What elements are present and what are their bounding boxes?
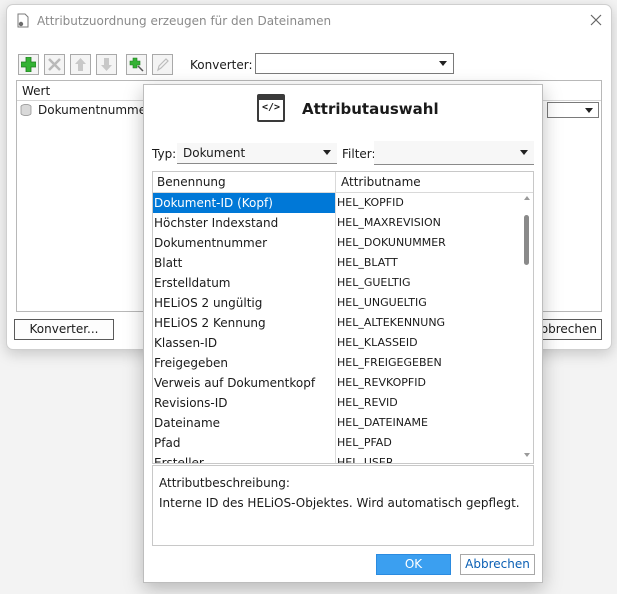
document-gear-icon bbox=[17, 13, 29, 28]
dialog-title: Attributauswahl bbox=[302, 100, 439, 118]
code-glyph: </> bbox=[261, 102, 281, 113]
type-value: Dokument bbox=[183, 146, 246, 160]
delete-x-icon bbox=[48, 58, 61, 71]
attribute-id-cell: HEL_DATEINAME bbox=[337, 416, 428, 429]
attribute-id-cell: HEL_MAXREVISION bbox=[337, 216, 441, 229]
filter-label: Filter: bbox=[342, 147, 376, 161]
list-item[interactable]: Freigegeben HEL_FREIGEGEBEN bbox=[153, 353, 519, 373]
list-item[interactable]: Dokumentnummer HEL_DOKUNUMMER bbox=[153, 233, 519, 253]
attribute-id-cell: HEL_BLATT bbox=[337, 256, 398, 269]
vertical-scrollbar[interactable] bbox=[521, 193, 533, 463]
list-item[interactable]: Höchster Indexstand HEL_MAXREVISION bbox=[153, 213, 519, 233]
move-down-button[interactable] bbox=[96, 54, 117, 75]
database-icon bbox=[20, 104, 32, 116]
attribute-name-cell: Ersteller bbox=[154, 456, 204, 464]
attribute-id-cell: HEL_KLASSEID bbox=[337, 336, 418, 349]
type-label: Typ: bbox=[152, 147, 177, 161]
list-item[interactable]: Erstelldatum HEL_GUELTIG bbox=[153, 273, 519, 293]
list-item[interactable]: Blatt HEL_BLATT bbox=[153, 253, 519, 273]
attribute-list[interactable]: Benennung Attributname Dokument-ID (Kopf… bbox=[152, 171, 534, 464]
attribute-selection-dialog: </> Attributauswahl Typ: Dokument Filter… bbox=[143, 84, 543, 583]
list-item[interactable]: HELiOS 2 Kennung HEL_ALTEKENNUNG bbox=[153, 313, 519, 333]
attribute-name-cell: Dateiname bbox=[154, 416, 221, 430]
plus-icon bbox=[21, 57, 36, 72]
dropdown-arrow-icon bbox=[585, 108, 593, 113]
add-button[interactable] bbox=[18, 54, 39, 75]
cancel-button[interactable]: Abbrechen bbox=[460, 554, 535, 575]
arrow-down-icon bbox=[101, 58, 112, 71]
attribute-name-cell: Pfad bbox=[154, 436, 181, 450]
attribute-name-cell: HELiOS 2 Kennung bbox=[154, 316, 266, 330]
delete-button[interactable] bbox=[44, 54, 65, 75]
attribute-name-cell: Blatt bbox=[154, 256, 183, 270]
attribute-id-cell: HEL_PFAD bbox=[337, 436, 392, 449]
row-value-select[interactable] bbox=[547, 102, 599, 118]
description-text: Interne ID des HELiOS-Objektes. Wird aut… bbox=[159, 496, 520, 510]
attribute-id-cell: HEL_USER bbox=[337, 456, 394, 464]
list-item[interactable]: Verweis auf Dokumentkopf HEL_REVKOPFID bbox=[153, 373, 519, 393]
scrollbar-thumb[interactable] bbox=[524, 215, 529, 265]
type-select[interactable]: Dokument bbox=[177, 143, 337, 164]
list-item[interactable]: Pfad HEL_PFAD bbox=[153, 433, 519, 453]
window-bar bbox=[259, 96, 283, 100]
column-header-wert[interactable]: Wert bbox=[22, 84, 50, 98]
attribute-id-cell: HEL_ALTEKENNUNG bbox=[337, 316, 446, 329]
dropdown-arrow-icon bbox=[439, 61, 447, 66]
arrow-up-icon bbox=[75, 58, 86, 71]
move-up-button[interactable] bbox=[70, 54, 91, 75]
pencil-icon bbox=[157, 58, 169, 72]
description-panel: Attributbeschreibung: Interne ID des HEL… bbox=[152, 465, 534, 546]
list-item[interactable]: Dateiname HEL_DATEINAME bbox=[153, 413, 519, 433]
add-attribute-button[interactable] bbox=[126, 54, 147, 75]
dialog-title: Attributzuordnung erzeugen für den Datei… bbox=[37, 14, 332, 28]
attribute-name-cell: Klassen-ID bbox=[154, 336, 218, 350]
attribute-name-cell: Dokumentnummer bbox=[154, 236, 268, 250]
attribute-id-cell: HEL_GUELTIG bbox=[337, 276, 411, 289]
list-item[interactable]: HELiOS 2 ungültig HEL_UNGUELTIG bbox=[153, 293, 519, 313]
converter-label: Konverter: bbox=[190, 58, 253, 72]
add-attribute-icon bbox=[129, 57, 144, 72]
attribute-name-cell: Erstelldatum bbox=[154, 276, 231, 290]
column-header-attributname[interactable]: Attributname bbox=[341, 175, 421, 189]
attribute-name-cell: Höchster Indexstand bbox=[154, 216, 279, 230]
list-item[interactable]: Klassen-ID HEL_KLASSEID bbox=[153, 333, 519, 353]
attribute-name-cell: Verweis auf Dokumentkopf bbox=[154, 376, 316, 390]
list-rows: Dokument-ID (Kopf) HEL_KOPFID Höchster Ind… bbox=[153, 193, 519, 464]
column-divider bbox=[335, 172, 336, 192]
list-header: Benennung Attributname bbox=[153, 172, 533, 193]
attribute-name-cell: Dokument-ID (Kopf) bbox=[153, 193, 335, 213]
attribute-name-cell: Freigegeben bbox=[154, 356, 229, 370]
row-label: Dokumentnummer bbox=[38, 103, 152, 117]
attribute-name-cell: Revisions-ID bbox=[154, 396, 228, 410]
attribute-id-cell: HEL_REVID bbox=[337, 396, 398, 409]
column-header-benennung[interactable]: Benennung bbox=[157, 175, 226, 189]
list-item[interactable]: Ersteller HEL_USER bbox=[153, 453, 519, 464]
converter-button[interactable]: Konverter... bbox=[14, 319, 114, 340]
list-item[interactable]: Dokument-ID (Kopf) HEL_KOPFID bbox=[153, 193, 519, 213]
attribute-name-cell: HELiOS 2 ungültig bbox=[154, 296, 263, 310]
attribute-id-cell: HEL_KOPFID bbox=[337, 196, 404, 209]
scroll-up-icon[interactable] bbox=[524, 196, 530, 200]
converter-select[interactable] bbox=[255, 53, 454, 74]
scroll-down-icon[interactable] bbox=[524, 453, 530, 457]
code-window-icon: </> bbox=[257, 94, 285, 122]
edit-button[interactable] bbox=[152, 54, 173, 75]
attribute-id-cell: HEL_FREIGEGEBEN bbox=[337, 356, 442, 369]
dropdown-arrow-icon bbox=[323, 150, 331, 155]
list-item[interactable]: Revisions-ID HEL_REVID bbox=[153, 393, 519, 413]
ok-button[interactable]: OK bbox=[376, 554, 451, 575]
attribute-id-cell: HEL_REVKOPFID bbox=[337, 376, 426, 389]
close-icon[interactable] bbox=[589, 13, 603, 27]
dropdown-arrow-icon bbox=[520, 150, 528, 155]
attribute-id-cell: HEL_UNGUELTIG bbox=[337, 296, 427, 309]
attribute-id-cell: HEL_DOKUNUMMER bbox=[337, 236, 446, 249]
filter-select[interactable] bbox=[374, 141, 534, 165]
description-label: Attributbeschreibung: bbox=[159, 476, 290, 490]
